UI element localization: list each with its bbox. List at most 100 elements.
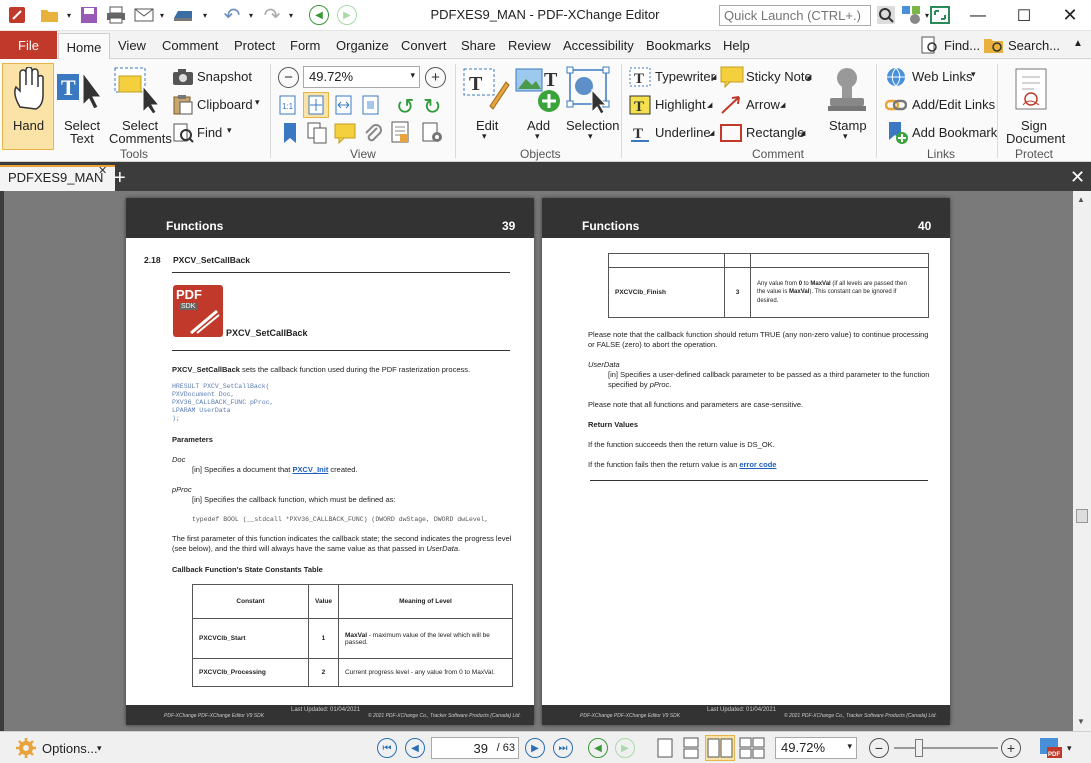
tab-bookmarks[interactable]: Bookmarks [646,38,711,53]
first-page-icon[interactable]: ⏮ [376,738,398,758]
dropdown-arrow-icon[interactable]: ◢ [780,101,785,109]
tab-organize[interactable]: Organize [336,38,389,53]
selection-icon[interactable] [566,66,614,117]
chevron-down-icon[interactable]: ▾ [971,69,976,80]
attachments-icon[interactable] [361,122,383,147]
close-button[interactable]: ✕ [1047,0,1091,31]
facing-pages-icon[interactable] [705,735,735,761]
error-code-link[interactable]: error code [739,460,776,469]
snapshot-button[interactable]: Snapshot [197,69,252,84]
typewriter-button[interactable]: Typewriter [655,69,715,84]
web-links-button[interactable]: Web Links [912,69,972,84]
zoom-select-status[interactable]: 49.72% ▾ [775,737,857,759]
add-bookmark-icon[interactable] [887,121,909,148]
zoom-out-icon[interactable]: − [278,67,299,88]
sign-document-label-2[interactable]: Document [1006,131,1065,146]
zoom-slider-thumb[interactable] [915,739,923,757]
dropdown-arrow-icon[interactable]: ◢ [711,73,716,81]
zoom-out-icon[interactable]: − [868,738,890,758]
arrow-button[interactable]: Arrow [746,97,780,112]
file-menu[interactable]: File [0,31,57,59]
single-page-icon[interactable] [654,738,676,758]
gear-icon[interactable] [14,738,38,758]
chevron-down-icon[interactable]: ▾ [200,5,210,25]
zoom-slider[interactable] [894,747,998,749]
add-edit-links-button[interactable]: Add/Edit Links [912,97,995,112]
vertical-scrollbar[interactable]: ▲ ▼ [1073,191,1091,731]
maximize-button[interactable]: ☐ [1001,0,1047,31]
bookmark-icon[interactable] [281,122,299,147]
underline-button[interactable]: Underline [655,125,711,140]
clipboard-icon[interactable] [172,95,194,118]
rectangle-button[interactable]: Rectangle [746,125,805,140]
tab-review[interactable]: Review [508,38,551,53]
find-button[interactable]: Find [197,125,222,140]
chevron-down-icon[interactable]: ▾ [588,131,593,142]
chevron-down-icon[interactable]: ▾ [482,131,487,142]
tab-help[interactable]: Help [723,38,750,53]
typewriter-icon[interactable]: T [629,67,651,90]
find-icon[interactable] [172,123,194,146]
comments-pane-icon[interactable] [333,122,357,147]
forward-icon[interactable]: ▶ [336,5,358,25]
zoom-in-icon[interactable]: + [425,67,446,88]
dropdown-arrow-icon[interactable]: ◢ [800,129,805,137]
chevron-down-icon[interactable]: ▾ [157,5,167,25]
chevron-down-icon[interactable]: ▾ [255,97,260,108]
stamp-icon[interactable] [825,66,869,117]
tab-comment[interactable]: Comment [162,38,218,53]
customize-toolbar-icon[interactable] [900,5,922,25]
next-page-icon[interactable]: ▶ [524,738,546,758]
sign-document-icon[interactable] [1014,67,1050,116]
pxcv-init-link[interactable]: PXCV_Init [292,465,328,474]
fit-width-icon[interactable] [333,94,355,119]
continuous-page-icon[interactable] [680,737,702,759]
scroll-up-icon[interactable]: ▲ [1077,195,1085,204]
settings-icon[interactable] [421,122,445,147]
scroll-thumb[interactable] [1076,509,1088,523]
scroll-down-icon[interactable]: ▼ [1077,717,1085,726]
back-icon[interactable]: ◀ [308,5,330,25]
scanner-icon[interactable] [170,5,196,25]
redo-icon[interactable]: ↷ [260,5,284,27]
web-links-icon[interactable] [885,66,907,91]
chevron-down-icon[interactable]: ▾ [64,5,74,25]
select-text-icon[interactable]: T [56,71,104,114]
highlight-icon[interactable]: T [629,95,651,118]
chevron-down-icon[interactable]: ▾ [1067,738,1072,758]
tab-view[interactable]: View [118,38,146,53]
edit-object-icon[interactable]: T [462,66,510,115]
forward-view-icon[interactable]: ▶ [614,738,636,758]
fit-page-icon[interactable] [303,92,329,118]
save-icon[interactable] [78,5,100,25]
open-folder-icon[interactable] [38,5,62,25]
search-menu[interactable]: Search... [1008,38,1060,53]
search-icon[interactable] [875,5,897,25]
chevron-down-icon[interactable]: ▾ [843,131,848,142]
document-properties-icon[interactable] [389,121,411,148]
add-object-icon[interactable]: T [514,66,562,117]
dropdown-arrow-icon[interactable]: ◢ [709,129,714,137]
actual-size-icon[interactable]: 1:1 [277,94,299,119]
collapse-ribbon-icon[interactable]: ▲ [1073,38,1083,49]
rotate-right-icon[interactable]: ↻ [423,94,441,120]
clipboard-button[interactable]: Clipboard [197,97,253,112]
pages-icon[interactable] [306,121,330,148]
zoom-in-icon[interactable]: + [1000,738,1022,758]
chevron-down-icon[interactable]: ▾ [246,5,256,25]
email-icon[interactable] [132,5,156,25]
undo-icon[interactable]: ↶ [220,5,244,27]
highlight-button[interactable]: Highlight [655,97,706,112]
add-bookmark-button[interactable]: Add Bookmark [912,125,997,140]
dropdown-arrow-icon[interactable]: ◢ [806,73,811,81]
underline-icon[interactable]: T [629,123,651,146]
chevron-down-icon[interactable]: ▾ [535,131,540,142]
fullscreen-icon[interactable] [929,5,951,25]
close-tab-icon[interactable]: ✕ [98,164,107,177]
sticky-note-button[interactable]: Sticky Note [746,69,812,84]
tab-form[interactable]: Form [290,38,320,53]
chevron-down-icon[interactable]: ▾ [97,738,102,758]
tab-home[interactable]: Home [58,33,110,60]
sticky-note-icon[interactable] [720,66,744,91]
tab-accessibility[interactable]: Accessibility [563,38,634,53]
